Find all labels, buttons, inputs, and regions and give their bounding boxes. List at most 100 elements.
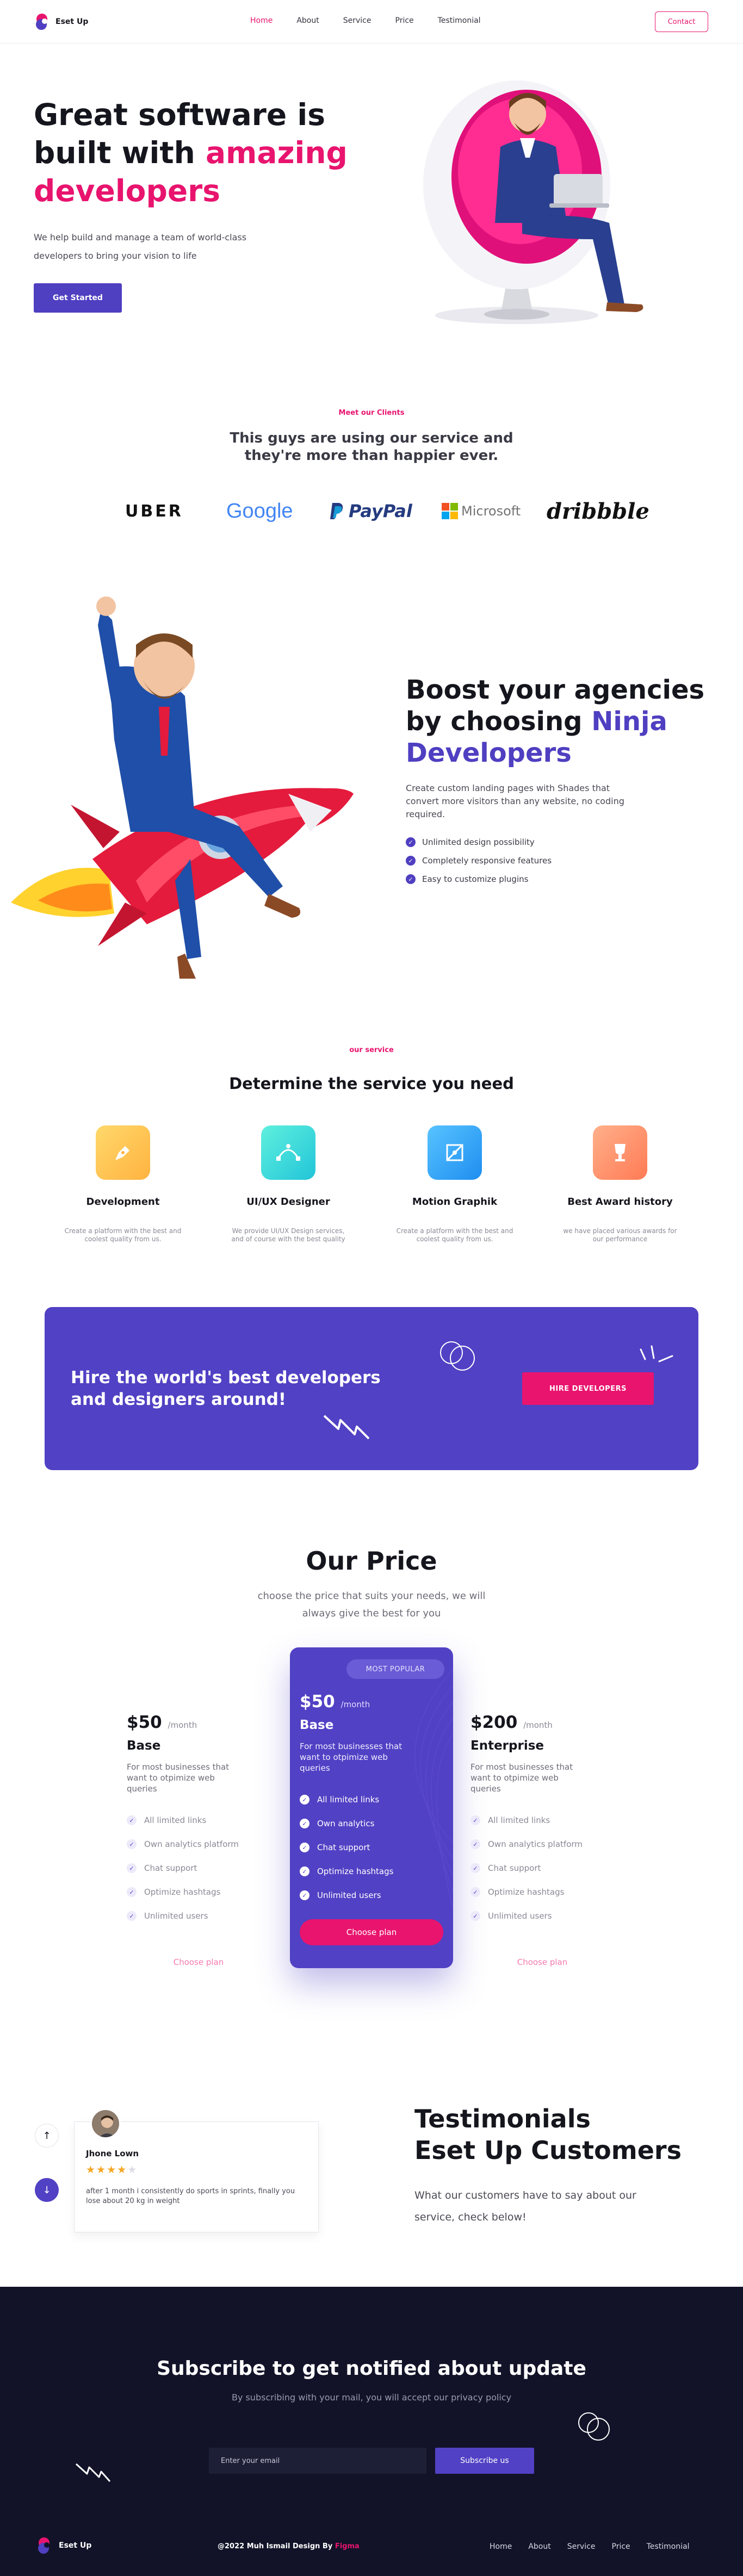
footer: Subscribe to get notified about update B… bbox=[0, 2287, 743, 2576]
top-navbar: Eset Up Home About Service Price Testimo… bbox=[0, 0, 743, 43]
testimonial-quote: after 1 month i consistently do sports i… bbox=[86, 2187, 295, 2205]
trophy-icon bbox=[593, 1125, 647, 1180]
subscribe-button[interactable]: Subscribe us bbox=[435, 2448, 534, 2474]
nav-link-service[interactable]: Service bbox=[343, 16, 371, 25]
testimonials-subtitle: What our customers have to say about our… bbox=[414, 2189, 636, 2223]
check-icon: ✓ bbox=[127, 1815, 137, 1825]
avatar bbox=[90, 2108, 121, 2139]
plan-feature: ✓ All limited links bbox=[127, 1808, 268, 1832]
pen-tool-icon bbox=[96, 1125, 150, 1180]
arrow-down-icon[interactable]: ↓ bbox=[35, 2178, 59, 2202]
most-popular-badge: MOST POPULAR bbox=[346, 1659, 444, 1679]
paypal-mark-icon bbox=[330, 503, 343, 519]
star-empty-icon: ★ bbox=[127, 2164, 138, 2176]
plan-feature: ✓ Unlimited users bbox=[300, 1883, 447, 1907]
service-card-name: Motion Graphik bbox=[412, 1196, 498, 1208]
footer-links: Home About Service Price Testimonial bbox=[490, 2542, 690, 2551]
plan-feature: ✓ Optimize hashtags bbox=[127, 1880, 268, 1904]
rocket-developer-illustration bbox=[11, 596, 354, 979]
hero-title-line2: built with bbox=[34, 135, 206, 170]
feature-item: ✓ Completely responsive features bbox=[406, 856, 552, 866]
brand[interactable]: Eset Up bbox=[34, 13, 88, 30]
check-icon: ✓ bbox=[300, 1866, 309, 1876]
service-card-name: Development bbox=[86, 1196, 160, 1208]
testimonial-author: Jhone Lown bbox=[86, 2149, 139, 2158]
decorative-zigzag-icon bbox=[75, 2463, 111, 2482]
feature-item: ✓ Easy to customize plugins bbox=[406, 874, 528, 884]
plan-desc: For most businesses that want to otpimiz… bbox=[127, 1762, 230, 1794]
service-card-award[interactable]: Best Award history we have placed variou… bbox=[555, 1125, 685, 1243]
price-subtitle: choose the price that suits your needs, … bbox=[257, 1590, 486, 1619]
subscribe-subtitle: By subscribing with your mail, you will … bbox=[231, 2392, 512, 2403]
clients-eyebrow: Meet our Clients bbox=[338, 409, 405, 417]
boost-description: Create custom landing pages with Shades … bbox=[406, 783, 624, 819]
check-icon: ✓ bbox=[470, 1887, 480, 1897]
footer-link-service[interactable]: Service bbox=[567, 2542, 596, 2551]
client-logos: UBER Google PayPal Microsoft dribbble bbox=[120, 495, 649, 527]
contact-button[interactable]: Contact bbox=[655, 11, 708, 32]
nav-link-home[interactable]: Home bbox=[250, 16, 273, 25]
subscribe-title: Subscribe to get notified about update bbox=[157, 2357, 586, 2380]
service-card-motion[interactable]: Motion Graphik Create a platform with th… bbox=[389, 1125, 520, 1243]
feature-label: Easy to customize plugins bbox=[422, 874, 529, 884]
plan-feature: ✓ Optimize hashtags bbox=[470, 1880, 612, 1904]
nav-link-testimonial[interactable]: Testimonial bbox=[438, 16, 481, 25]
dribbble-logo: dribbble bbox=[547, 498, 649, 524]
landing-page: Eset Up Home About Service Price Testimo… bbox=[0, 0, 743, 2576]
check-icon: ✓ bbox=[300, 1890, 309, 1900]
hire-developers-button[interactable]: HIRE DEVELOPERS bbox=[522, 1372, 654, 1405]
hero-subtitle: We help build and manage a team of world… bbox=[34, 232, 247, 261]
arrow-up-icon[interactable]: ↑ bbox=[35, 2124, 59, 2148]
service-eyebrow: our service bbox=[349, 1046, 394, 1054]
microsoft-mark-icon bbox=[442, 503, 458, 519]
footer-brand[interactable]: Eset Up bbox=[36, 2537, 91, 2554]
plan-feature-list: ✓ All limited links ✓ Own analytics platfo… bbox=[127, 1808, 268, 1928]
microsoft-logo: Microsoft bbox=[442, 495, 521, 527]
check-icon: ✓ bbox=[127, 1863, 137, 1873]
service-card-desc: We provide UI/UX Design services, and of… bbox=[231, 1227, 345, 1243]
plan-card-popular: MOST POPULAR $50 /month Base For most bu… bbox=[290, 1647, 453, 1968]
check-icon: ✓ bbox=[127, 1839, 137, 1849]
footer-brand-name: Eset Up bbox=[59, 2541, 92, 2550]
plan-price: $50 /month bbox=[127, 1713, 197, 1732]
price-title: Our Price bbox=[306, 1546, 437, 1576]
nav-links: Home About Service Price Testimonial bbox=[250, 16, 481, 25]
rating-stars: ★★★★★ bbox=[86, 2164, 138, 2176]
decorative-circles-icon bbox=[578, 2412, 610, 2441]
check-icon: ✓ bbox=[406, 856, 416, 866]
service-card-development[interactable]: Development Create a platform with the b… bbox=[58, 1125, 188, 1243]
check-icon: ✓ bbox=[300, 1843, 309, 1852]
testimonials-title: Testimonials Eset Up Customers bbox=[414, 2104, 682, 2165]
footer-link-testimonial[interactable]: Testimonial bbox=[647, 2542, 690, 2551]
email-input[interactable] bbox=[209, 2448, 426, 2474]
nav-link-price[interactable]: Price bbox=[395, 16, 414, 25]
brand-logo-icon bbox=[38, 2537, 49, 2554]
choose-plan-enterprise-link[interactable]: Choose plan bbox=[510, 1957, 575, 1967]
footer-link-price[interactable]: Price bbox=[612, 2542, 630, 2551]
vector-frame-icon bbox=[428, 1125, 482, 1180]
clients-title: This guys are using our service and they… bbox=[230, 430, 513, 464]
feature-label: Completely responsive features bbox=[422, 856, 552, 866]
check-icon: ✓ bbox=[470, 1815, 480, 1825]
plan-period: /month bbox=[168, 1720, 197, 1730]
boost-title-line1: Boost your agencies bbox=[406, 675, 705, 705]
footer-link-about[interactable]: About bbox=[528, 2542, 550, 2551]
plan-feature: ✓ Own analytics bbox=[300, 1812, 447, 1835]
hero-title-accent: amazing bbox=[205, 135, 348, 170]
plan-feature: ✓ Own analytics platform bbox=[127, 1832, 268, 1856]
bezier-curve-icon bbox=[261, 1125, 315, 1180]
plan-content: $50 /month Base For most businesses that… bbox=[300, 1692, 447, 1907]
check-icon: ✓ bbox=[127, 1911, 137, 1921]
choose-plan-popular-button[interactable]: Choose plan bbox=[300, 1919, 443, 1945]
service-card-name: Best Award history bbox=[567, 1196, 673, 1208]
brand-name: Eset Up bbox=[55, 17, 89, 26]
hero-title-line1: Great software is bbox=[34, 97, 325, 132]
service-card-uiux[interactable]: UI/UX Designer We provide UI/UX Design s… bbox=[223, 1125, 354, 1243]
choose-plan-base-link[interactable]: Choose plan bbox=[166, 1957, 231, 1967]
footer-link-home[interactable]: Home bbox=[490, 2542, 512, 2551]
paypal-logo: PayPal bbox=[329, 495, 412, 527]
uber-logo: UBER bbox=[125, 501, 183, 521]
hero-title-line3: developers bbox=[34, 173, 220, 208]
nav-link-about[interactable]: About bbox=[296, 16, 319, 25]
get-started-button[interactable]: Get Started bbox=[34, 283, 122, 313]
